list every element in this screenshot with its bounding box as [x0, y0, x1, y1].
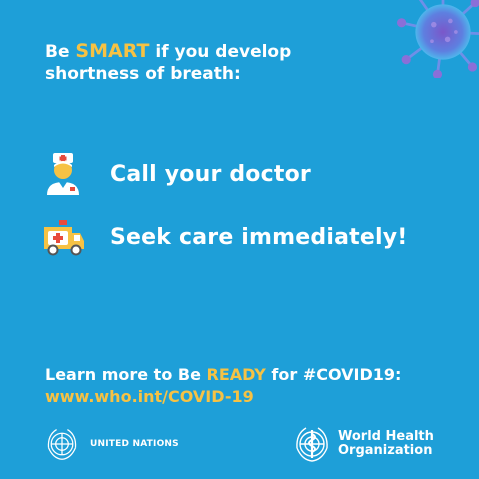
learn-suffix: for #COVID19:	[265, 365, 402, 384]
un-name: UNITED NATIONS	[90, 439, 179, 449]
learn-more: Learn more to Be READY for #COVID19: www…	[45, 364, 401, 408]
learn-prefix: Learn more to Be	[45, 365, 207, 384]
headline-line2: shortness of breath:	[45, 64, 241, 84]
headline-rest: if you develop	[149, 42, 292, 62]
smart-word: SMART	[75, 40, 150, 62]
headline-prefix: Be	[45, 42, 76, 62]
ambulance-icon	[44, 220, 84, 256]
virus-icon	[397, 0, 479, 78]
seek-care-label: Seek care immediately!	[110, 224, 408, 250]
action-seek-care: Seek care immediately!	[42, 215, 408, 259]
action-call-doctor: Call your doctor	[42, 152, 311, 196]
who-logo-block: World Health Organization	[292, 424, 434, 464]
ready-word: READY	[206, 365, 266, 384]
un-logo-block: UNITED NATIONS	[44, 426, 179, 462]
call-doctor-label: Call your doctor	[110, 161, 311, 187]
who-emblem-icon	[296, 427, 328, 462]
doctor-icon	[47, 153, 79, 195]
headline: Be SMART if you develop shortness of bre…	[45, 40, 291, 85]
un-emblem-icon	[47, 429, 77, 460]
learn-more-line: Learn more to Be READY for #COVID19:	[45, 364, 401, 386]
who-name: World Health Organization	[338, 430, 434, 458]
who-name-line2: Organization	[338, 443, 433, 458]
who-name-line1: World Health	[338, 429, 434, 444]
headline-line1: Be SMART if you develop	[45, 40, 291, 63]
who-url-link[interactable]: www.who.int/COVID-19	[45, 386, 401, 408]
